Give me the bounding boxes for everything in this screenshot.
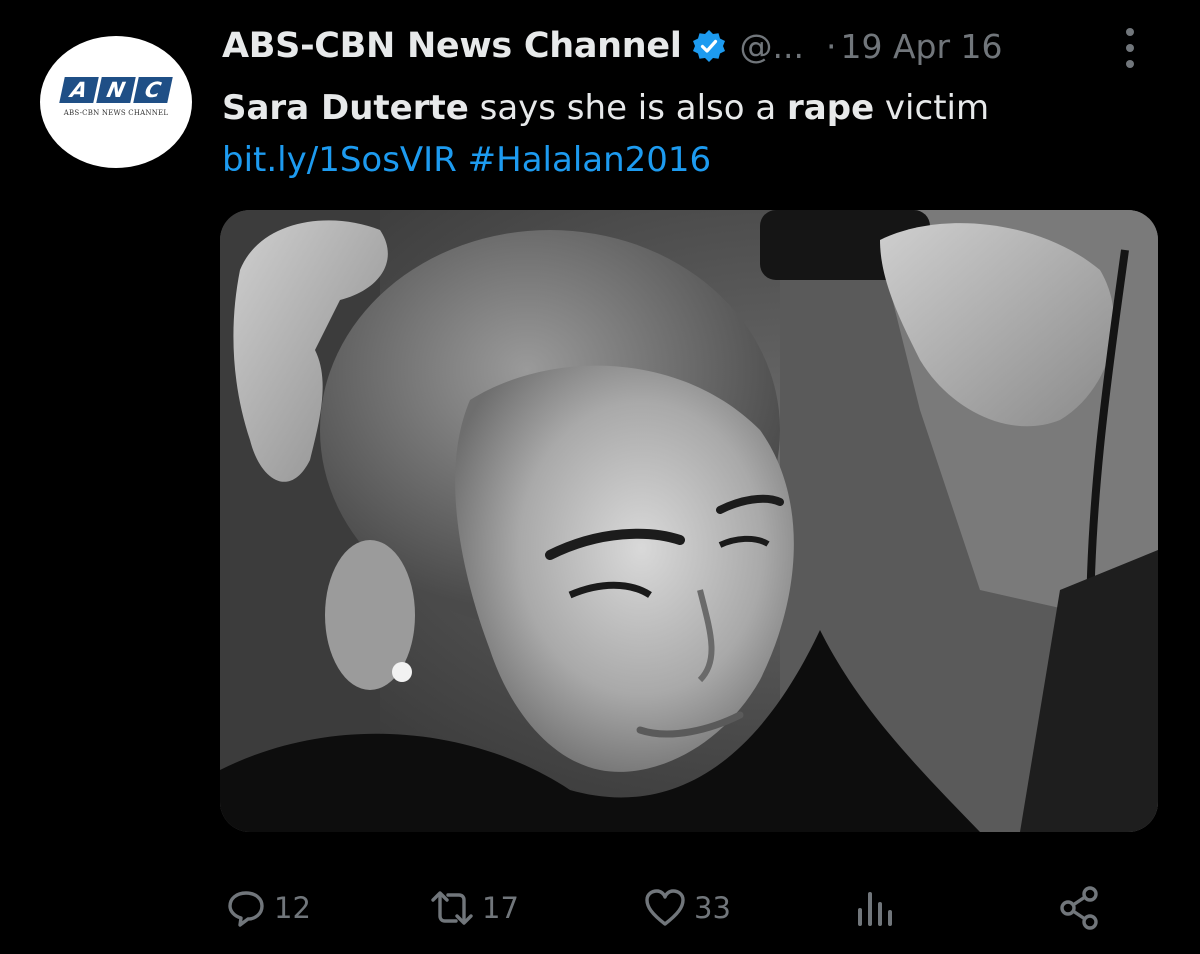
anc-logo-subtitle: ABS-CBN NEWS CHANNEL	[63, 109, 169, 117]
share-button[interactable]	[1058, 876, 1102, 940]
reply-count: 12	[274, 891, 311, 925]
more-vertical-icon[interactable]	[1118, 26, 1142, 70]
retweet-count: 17	[482, 891, 519, 925]
anc-logo-letter-a: A	[59, 77, 99, 103]
retweet-icon	[430, 888, 474, 928]
anc-logo-letter-n: N	[96, 77, 136, 103]
tweet-text-line-2: bit.ly/1SosVIR #Halalan2016	[222, 134, 1172, 186]
tweet-bold-word: rape	[787, 88, 875, 128]
analytics-icon	[854, 888, 898, 928]
author-handle[interactable]: @...	[740, 27, 804, 66]
tweet-card[interactable]: A N C ABS-CBN NEWS CHANNEL ABS-CBN News …	[0, 0, 1200, 954]
photo-illustration	[220, 210, 1158, 832]
verified-badge-icon	[692, 29, 726, 63]
tweet-hashtag[interactable]: #Halalan2016	[468, 140, 712, 180]
tweet-text-part-2: victim	[874, 88, 990, 128]
tweet-header: ABS-CBN News Channel @... · 19 Apr 16	[222, 22, 1003, 70]
share-icon	[1058, 886, 1102, 930]
reply-button[interactable]: 12	[226, 876, 311, 940]
anc-logo-letter-c: C	[133, 77, 173, 103]
heart-icon	[644, 888, 686, 928]
author-name[interactable]: ABS-CBN News Channel	[222, 26, 682, 66]
anc-logo: A N C	[59, 77, 173, 103]
header-separator: ·	[826, 26, 837, 66]
author-avatar[interactable]: A N C ABS-CBN NEWS CHANNEL	[40, 36, 192, 168]
tweet-date[interactable]: 19 Apr 16	[841, 27, 1003, 66]
tweet-link[interactable]: bit.ly/1SosVIR	[222, 140, 457, 180]
retweet-button[interactable]: 17	[430, 876, 519, 940]
tweet-text-line-1: Sara Duterte says she is also a rape vic…	[222, 82, 1172, 134]
views-button[interactable]	[854, 876, 898, 940]
tweet-photo[interactable]	[220, 210, 1158, 832]
tweet-subject-name: Sara Duterte	[222, 88, 469, 128]
tweet-action-bar: 12 17 33	[0, 876, 1200, 940]
reply-icon	[226, 888, 266, 928]
like-count: 33	[694, 891, 731, 925]
tweet-body: Sara Duterte says she is also a rape vic…	[222, 82, 1172, 186]
like-button[interactable]: 33	[644, 876, 731, 940]
tweet-text-part-1: says she is also a	[468, 88, 788, 128]
